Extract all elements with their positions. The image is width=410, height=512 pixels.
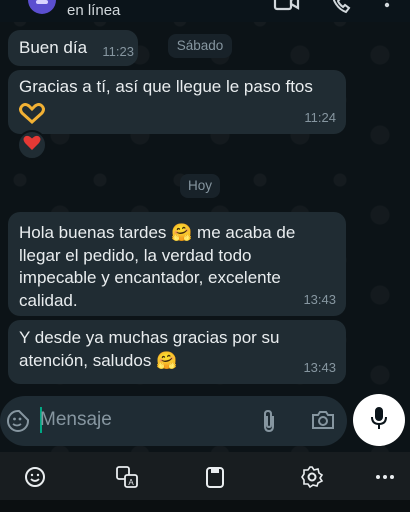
message-time: 13:43 [303,291,336,307]
message-bubble[interactable]: Hola buenas tardes 🤗 me acaba de llegar … [8,212,346,316]
camera-icon[interactable] [310,409,336,436]
message-composer[interactable]: Mensaje [0,396,347,446]
message-text: Hola buenas tardes 🤗 me acaba de llegar … [19,223,296,310]
sticker-icon[interactable] [6,409,30,438]
message-bubble[interactable]: Y desde ya muchas gracias por su atenció… [8,320,346,384]
red-heart-icon [23,135,41,156]
attach-icon[interactable] [259,408,279,439]
avatar[interactable] [28,0,56,14]
mic-icon [369,405,389,436]
translate-icon[interactable]: A [112,462,142,492]
phone-icon[interactable] [330,0,354,21]
heart-hands-emoji-icon [19,102,45,131]
emoji-icon[interactable] [20,462,50,492]
message-time: 13:43 [303,359,336,375]
contact-status: en línea [67,2,121,19]
clipboard-icon[interactable] [200,462,230,492]
reaction-badge[interactable] [17,130,47,160]
more-options-icon[interactable] [382,0,392,19]
message-text: Y desde ya muchas gracias por su atenció… [19,328,280,370]
date-pill-saturday: Sábado [168,34,232,58]
keyboard-edge [0,500,410,512]
message-time: 11:24 [304,109,336,125]
message-input[interactable]: Mensaje [40,409,112,431]
svg-text:A: A [128,478,134,487]
video-call-icon[interactable] [273,0,301,21]
message-bubble[interactable]: Buen día 11:23 [8,30,138,66]
date-pill-today: Hoy [180,174,220,198]
message-text: Gracias a tí, así que llegue le paso fto… [19,77,313,96]
voice-record-button[interactable] [353,394,405,446]
message-time: 11:23 [102,43,134,59]
settings-icon[interactable] [297,462,327,492]
more-icon[interactable] [370,462,400,492]
message-text: Buen día [19,38,88,57]
message-bubble[interactable]: Gracias a tí, así que llegue le paso fto… [8,70,346,134]
chat-header[interactable]: en línea [0,0,410,22]
